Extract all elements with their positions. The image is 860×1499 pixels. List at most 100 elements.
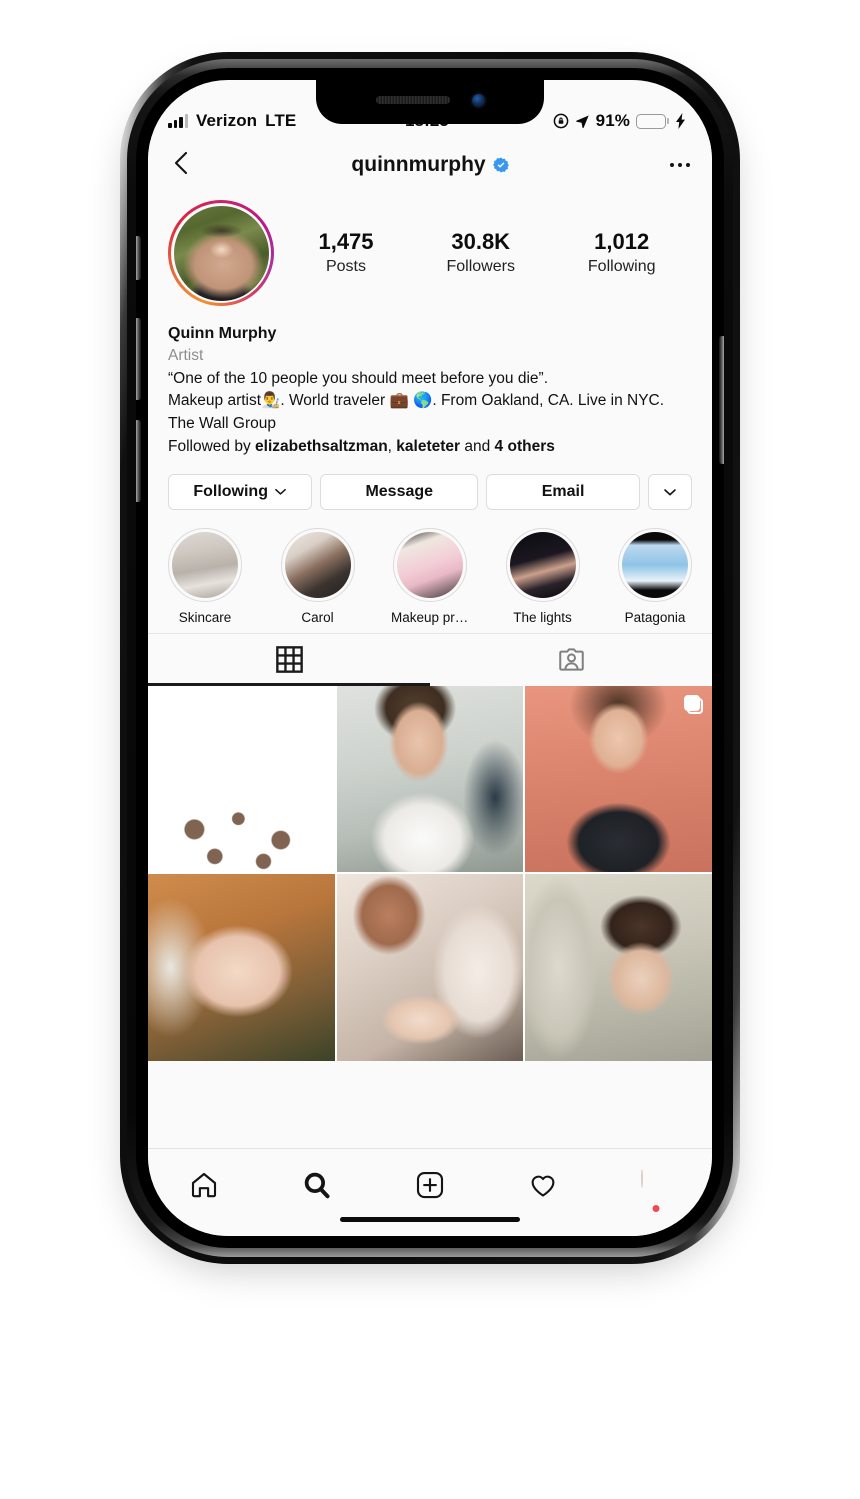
- highlight-ring: [168, 527, 242, 602]
- profile-bio-block: Quinn Murphy Artist “One of the 10 peopl…: [168, 306, 692, 459]
- front-camera-icon: [471, 93, 485, 107]
- home-indicator[interactable]: [340, 1217, 520, 1222]
- search-tab[interactable]: [261, 1161, 374, 1209]
- more-actions-button[interactable]: [648, 473, 692, 510]
- profile-full-name: Quinn Murphy: [168, 325, 277, 342]
- bottom-tab-bar: [148, 1148, 712, 1236]
- screenshot-root: Verizon LTE 18:25: [0, 0, 860, 1499]
- followed-by-separator: ,: [387, 438, 397, 456]
- phone-metal-band: Verizon LTE 18:25: [127, 59, 733, 1257]
- highlight-patagonia[interactable]: Patagonia: [616, 527, 694, 625]
- back-button[interactable]: [170, 150, 210, 181]
- earpiece-speaker-icon: [375, 96, 450, 104]
- mutual-follower-1[interactable]: elizabethsaltzman: [255, 438, 388, 455]
- silent-switch-button[interactable]: [136, 236, 141, 280]
- message-button[interactable]: Message: [320, 473, 479, 510]
- profile-header-section: 1,475 Posts 30.8K Followers 1,012 Follow…: [148, 190, 712, 510]
- battery-percent-label: 91%: [595, 111, 630, 130]
- profile-tab[interactable]: [599, 1161, 712, 1212]
- rotation-lock-icon: [553, 113, 569, 129]
- highlight-ring: [393, 527, 467, 602]
- posts-label: Posts: [325, 258, 366, 276]
- followed-by-prefix: Followed by: [168, 438, 256, 456]
- post-5[interactable]: [336, 874, 524, 1061]
- phone-screen: Verizon LTE 18:25: [148, 80, 712, 1236]
- highlight-ring: [280, 527, 355, 602]
- stat-posts[interactable]: 1,475 Posts: [318, 228, 373, 278]
- following-count: 1,012: [594, 228, 650, 254]
- following-button-label: Following: [193, 482, 268, 500]
- network-type-label: LTE: [265, 111, 297, 130]
- highlight-ring: [618, 527, 692, 602]
- highlight-ring: [505, 527, 580, 602]
- highlight-label: Skincare: [178, 609, 232, 625]
- multi-photo-icon: [305, 694, 326, 716]
- email-button[interactable]: Email: [486, 473, 640, 510]
- create-tab[interactable]: [374, 1161, 487, 1209]
- ellipsis-icon: [669, 162, 690, 168]
- highlight-cover: [172, 531, 238, 598]
- plus-square-icon: [416, 1171, 444, 1199]
- followed-by-row[interactable]: Followed by elizabethsaltzman, kaleteter…: [168, 436, 692, 458]
- followed-by-and: and: [460, 438, 495, 456]
- notification-dot: [652, 1205, 660, 1212]
- highlight-label: Patagonia: [624, 609, 686, 625]
- highlight-cover: [509, 531, 576, 598]
- profile-avatar-icon: [640, 1169, 643, 1188]
- location-arrow-icon: [575, 115, 589, 128]
- profile-nav-header: quinnmurphy: [148, 140, 712, 190]
- story-highlights: Skincare Carol Makeup pro... The lights …: [148, 509, 712, 633]
- highlight-cover: [284, 531, 351, 598]
- post-3[interactable]: [525, 685, 712, 873]
- highlight-label: Makeup pro...: [391, 609, 469, 625]
- post-thumbnail: [336, 685, 524, 873]
- username-label: quinnmurphy: [351, 153, 486, 176]
- post-thumbnail: [336, 874, 524, 1061]
- tagged-person-icon: [558, 648, 584, 671]
- highlight-the-lights[interactable]: The lights: [504, 527, 582, 625]
- grid-icon: [275, 646, 303, 673]
- carrier-label: Verizon: [196, 111, 258, 130]
- post-4[interactable]: [148, 874, 335, 1061]
- highlight-carol[interactable]: Carol: [279, 527, 357, 625]
- profile-content: 1,475 Posts 30.8K Followers 1,012 Follow…: [148, 190, 712, 1236]
- post-6[interactable]: [525, 874, 712, 1061]
- avatar-ring-gap: [171, 203, 271, 303]
- followed-by-others[interactable]: 4 others: [495, 438, 555, 455]
- profile-avatar-story-ring[interactable]: [168, 200, 274, 306]
- power-button[interactable]: [719, 336, 724, 464]
- stat-following[interactable]: 1,012 Following: [588, 228, 656, 278]
- chevron-down-icon: [664, 488, 676, 495]
- home-icon: [192, 1172, 217, 1198]
- highlight-cover: [622, 531, 688, 598]
- stat-followers[interactable]: 30.8K Followers: [446, 228, 514, 278]
- profile-top-row: 1,475 Posts 30.8K Followers 1,012 Follow…: [168, 190, 692, 306]
- post-thumbnail: [525, 874, 712, 1061]
- volume-down-button[interactable]: [136, 420, 141, 502]
- mutual-follower-2[interactable]: kaleteter: [396, 438, 460, 455]
- message-button-label: Message: [365, 482, 434, 500]
- chevron-left-icon: [174, 151, 188, 174]
- activity-tab[interactable]: [486, 1161, 599, 1209]
- post-2[interactable]: [336, 685, 524, 873]
- more-options-button[interactable]: [650, 162, 690, 168]
- posts-count: 1,475: [318, 228, 374, 254]
- profile-category: Artist: [168, 347, 204, 365]
- tagged-tab[interactable]: [430, 634, 712, 686]
- following-button[interactable]: Following: [168, 473, 313, 510]
- volume-up-button[interactable]: [136, 318, 141, 400]
- profile-username-title: quinnmurphy: [210, 153, 650, 177]
- highlight-skincare[interactable]: Skincare: [166, 527, 244, 625]
- grid-tab[interactable]: [148, 634, 430, 686]
- profile-bio-text: “One of the 10 people you should meet be…: [168, 369, 665, 432]
- followers-label: Followers: [446, 258, 515, 276]
- post-thumbnail: [148, 874, 335, 1061]
- post-1[interactable]: [148, 686, 335, 873]
- email-button-label: Email: [541, 482, 585, 500]
- highlight-makeup-pro[interactable]: Makeup pro...: [391, 527, 469, 625]
- profile-tab-avatar-wrap: [640, 1169, 671, 1212]
- home-tab[interactable]: [148, 1161, 261, 1209]
- highlight-cover: [397, 531, 463, 598]
- chevron-down-icon: [275, 488, 286, 495]
- battery-icon: [636, 113, 669, 129]
